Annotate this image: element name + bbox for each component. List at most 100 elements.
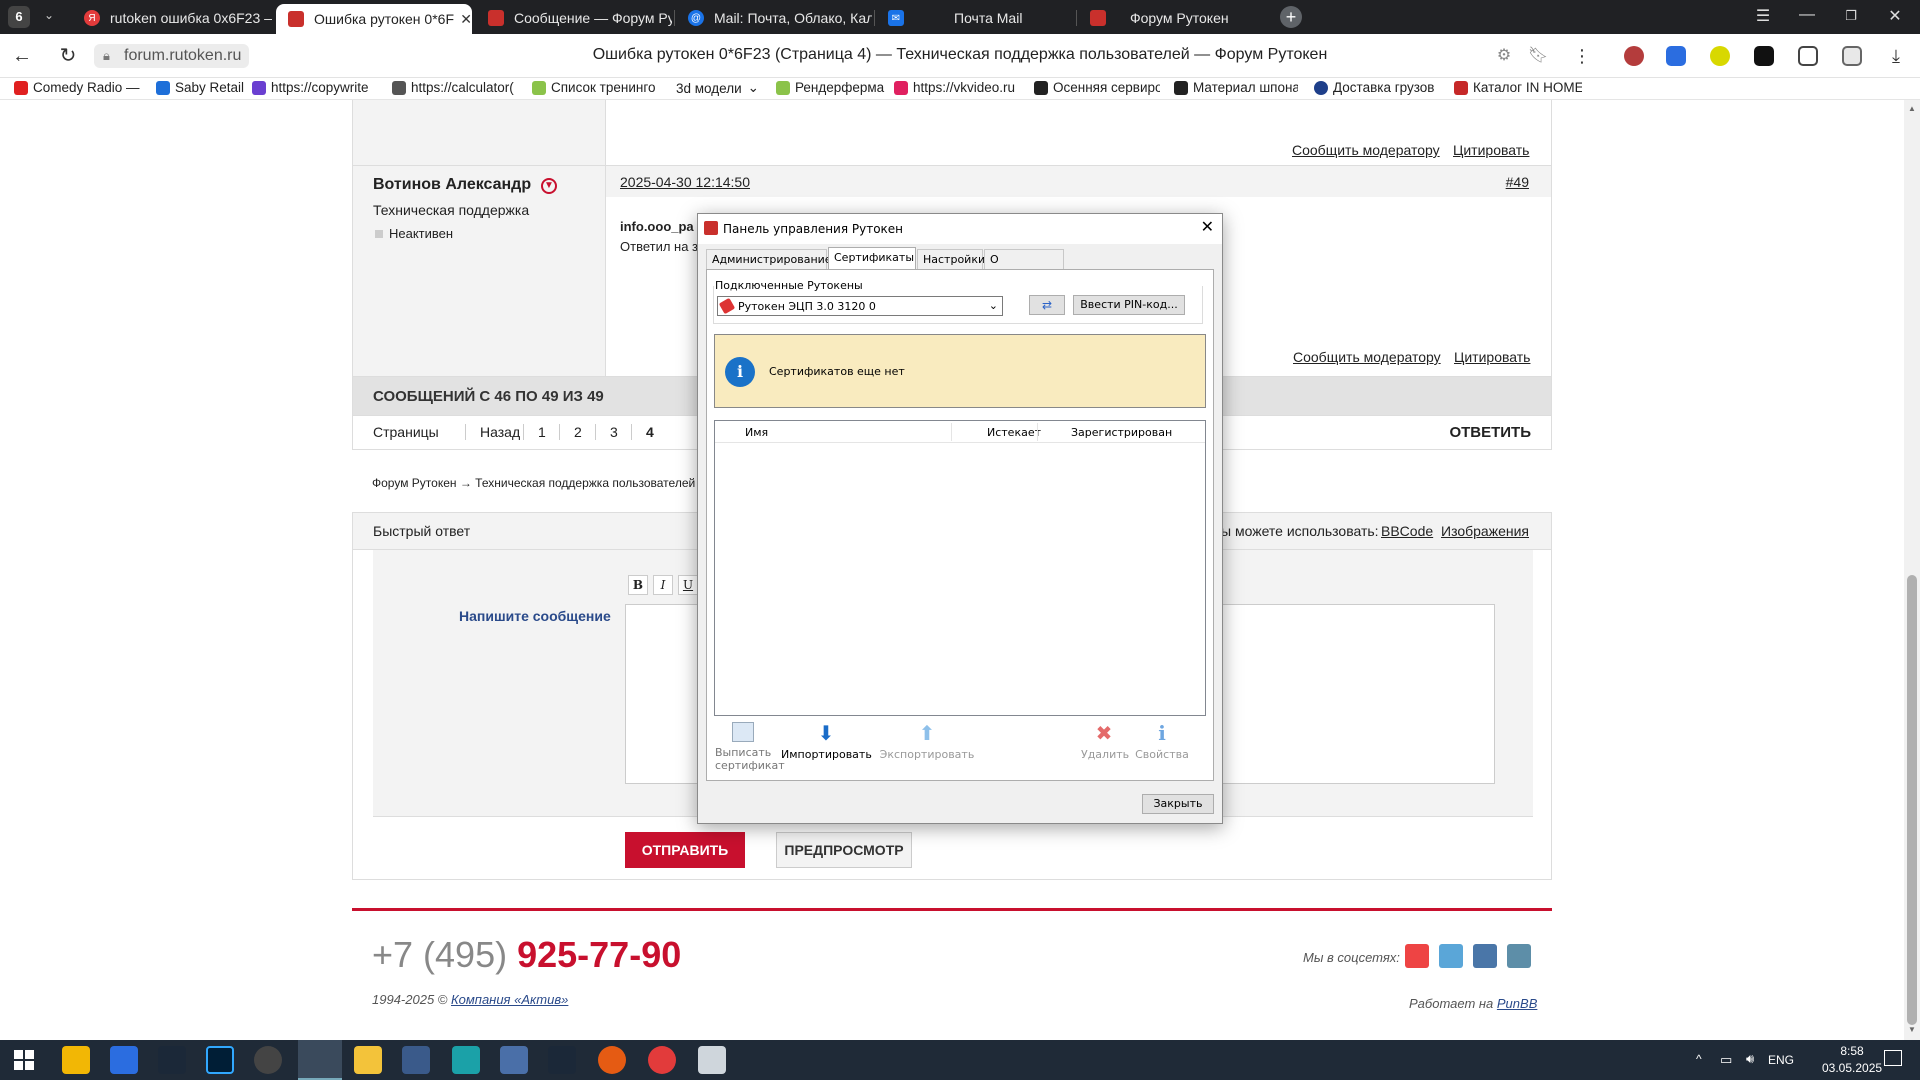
yandex-extension-icon[interactable] <box>1666 46 1686 66</box>
steam-icon[interactable] <box>548 1046 576 1074</box>
explorer-folder-icon[interactable] <box>354 1046 382 1074</box>
punbb-link[interactable]: PunBB <box>1497 996 1537 1011</box>
enter-pin-button[interactable]: Ввести PIN-код... <box>1073 295 1185 315</box>
post-number-link[interactable]: #49 <box>1506 174 1529 190</box>
import-button[interactable]: ⬇ Импортировать <box>781 722 872 761</box>
quote-link[interactable]: Цитировать <box>1453 142 1529 158</box>
bookmark-item[interactable]: Рендерферма <box>776 80 886 95</box>
bookmark-folder[interactable]: 3d модели ⌄ <box>676 80 762 96</box>
rutoken-taskbar-icon[interactable] <box>298 1040 342 1080</box>
reply-link[interactable]: ОТВЕТИТЬ <box>1449 424 1531 441</box>
images-link[interactable]: Изображения <box>1441 523 1529 539</box>
tab-0[interactable]: Я rutoken ошибка 0x6F23 — <box>72 4 272 32</box>
send-button[interactable]: ОТПРАВИТЬ <box>625 832 745 868</box>
tab-2[interactable]: Сообщение — Форум Рут <box>476 4 672 32</box>
profile-icon[interactable] <box>1842 46 1862 66</box>
minimize-icon[interactable]: — <box>1792 6 1822 24</box>
app-icon[interactable] <box>402 1046 430 1074</box>
page-link-1[interactable]: 1 <box>523 424 546 440</box>
author-menu-icon[interactable]: ▼ <box>541 178 557 194</box>
scrollbar-thumb[interactable] <box>1907 575 1917 1025</box>
author-name[interactable]: Вотинов Александр <box>373 176 531 194</box>
phone-number[interactable]: +7 (495) 925-77-90 <box>372 934 681 976</box>
tab-1-active[interactable]: Ошибка рутокен 0*6F23 (С ✕ <box>276 4 472 34</box>
app-icon[interactable] <box>62 1046 90 1074</box>
col-expires[interactable]: Истекает <box>987 426 1041 439</box>
restore-icon[interactable]: ❐ <box>1836 8 1866 24</box>
page-scrollbar[interactable]: ▲ ▼ <box>1904 100 1920 1040</box>
calculator-icon[interactable] <box>500 1046 528 1074</box>
report-link[interactable]: Сообщить модератору <box>1293 349 1441 365</box>
clock[interactable]: 8:58 03.05.2025 <box>1822 1044 1882 1075</box>
tab-counter[interactable]: 6 <box>8 6 30 28</box>
tab-list-chevron-icon[interactable]: ⌄ <box>44 8 54 22</box>
post-date-link[interactable]: 2025-04-30 12:14:50 <box>620 174 750 190</box>
notifications-icon[interactable] <box>1884 1050 1902 1066</box>
bookmark-item[interactable]: Осенняя сервиро <box>1034 80 1160 95</box>
token-select[interactable]: Рутокен ЭЦП 3.0 3120 0 ⌄ <box>717 296 1003 316</box>
close-tab-icon[interactable]: ✕ <box>460 11 472 28</box>
dialog-titlebar[interactable]: Панель управления Рутокен ✕ <box>698 214 1222 244</box>
certificates-list[interactable]: Имя Истекает Зарегистрирован <box>714 420 1206 716</box>
network-icon[interactable]: ▭ <box>1720 1052 1732 1068</box>
media-player-icon[interactable] <box>254 1046 282 1074</box>
translate-icon[interactable]: ⚙ <box>1490 42 1518 70</box>
app-icon[interactable] <box>598 1046 626 1074</box>
collections-icon[interactable] <box>1798 46 1818 66</box>
app-icon[interactable] <box>110 1046 138 1074</box>
bookmark-item[interactable]: Материал шпона <box>1174 80 1298 95</box>
tab-about[interactable]: О программе <box>984 249 1064 279</box>
quote-link[interactable]: Цитировать <box>1454 349 1530 365</box>
bookmark-item[interactable]: https://copywrite <box>252 80 377 95</box>
page-link-2[interactable]: 2 <box>559 424 582 440</box>
extension-icon[interactable] <box>1754 46 1774 66</box>
company-link[interactable]: Компания «Актив» <box>451 992 568 1007</box>
italic-button[interactable]: I <box>653 575 673 595</box>
bold-button[interactable]: B <box>628 575 648 595</box>
windows-start-icon[interactable] <box>14 1050 34 1070</box>
language-indicator[interactable]: ENG <box>1768 1053 1794 1067</box>
underline-button[interactable]: U <box>678 575 698 595</box>
bookmark-item[interactable]: Comedy Radio — ( <box>14 80 144 95</box>
page-back-link[interactable]: Назад <box>465 424 520 440</box>
menu-hamburger-icon[interactable]: ☰ <box>1748 6 1778 26</box>
bookmark-item[interactable]: https://calculator( <box>392 80 517 95</box>
extension-icon[interactable] <box>1710 46 1730 66</box>
bbcode-link[interactable]: BBCode <box>1381 523 1433 539</box>
tab-3[interactable]: @ Mail: Почта, Облако, Кале <box>676 4 872 32</box>
more-vertical-icon[interactable]: ⋮ <box>1568 42 1596 70</box>
breadcrumb[interactable]: Форум Рутокен → Техническая поддержка по… <box>372 476 695 490</box>
bookmark-icon[interactable]: 🔖︎ <box>1524 42 1552 70</box>
youtube-icon[interactable] <box>1405 944 1429 968</box>
col-registered[interactable]: Зарегистрирован <box>1071 426 1172 439</box>
window-close-icon[interactable]: ✕ <box>1880 6 1910 26</box>
tab-settings[interactable]: Настройки <box>917 249 985 269</box>
bookmark-item[interactable]: Каталог IN HOME <box>1454 80 1582 95</box>
photoshop-icon[interactable] <box>206 1046 234 1074</box>
volume-icon[interactable]: 🔊︎ <box>1746 1051 1754 1067</box>
tab-certificates[interactable]: Сертификаты <box>828 247 916 270</box>
tab-administration[interactable]: Администрирование <box>706 249 832 269</box>
app-icon[interactable] <box>452 1046 480 1074</box>
tray-chevron-icon[interactable]: ^ <box>1696 1052 1702 1066</box>
report-link[interactable]: Сообщить модератору <box>1292 142 1440 158</box>
download-icon[interactable]: ⤓ <box>1882 42 1910 70</box>
preview-button[interactable]: ПРЕДПРОСМОТР <box>776 832 912 868</box>
col-name[interactable]: Имя <box>745 426 768 439</box>
bookmark-item[interactable]: Список тренинго <box>532 80 660 95</box>
refresh-button[interactable]: ⇄ <box>1029 295 1065 315</box>
issue-certificate-button[interactable]: Выписать сертификат <box>715 722 785 772</box>
bookmark-item[interactable]: Saby Retail <box>156 80 246 95</box>
tab-4[interactable]: ✉ Почта Mail <box>876 4 1076 32</box>
close-button[interactable]: Закрыть <box>1142 794 1214 814</box>
habr-icon[interactable] <box>1507 944 1531 968</box>
steam-icon[interactable] <box>158 1046 186 1074</box>
tab-5[interactable]: Форум Рутокен <box>1078 4 1278 32</box>
bookmark-item[interactable]: https://vkvideo.ru <box>894 80 1020 95</box>
app-icon[interactable] <box>698 1046 726 1074</box>
vk-icon[interactable] <box>1473 944 1497 968</box>
dialog-close-icon[interactable]: ✕ <box>1201 217 1214 236</box>
bookmark-item[interactable]: Доставка грузов <box>1314 80 1440 95</box>
new-tab-plus-icon[interactable]: + <box>1280 6 1302 28</box>
yandex-browser-icon[interactable] <box>648 1046 676 1074</box>
